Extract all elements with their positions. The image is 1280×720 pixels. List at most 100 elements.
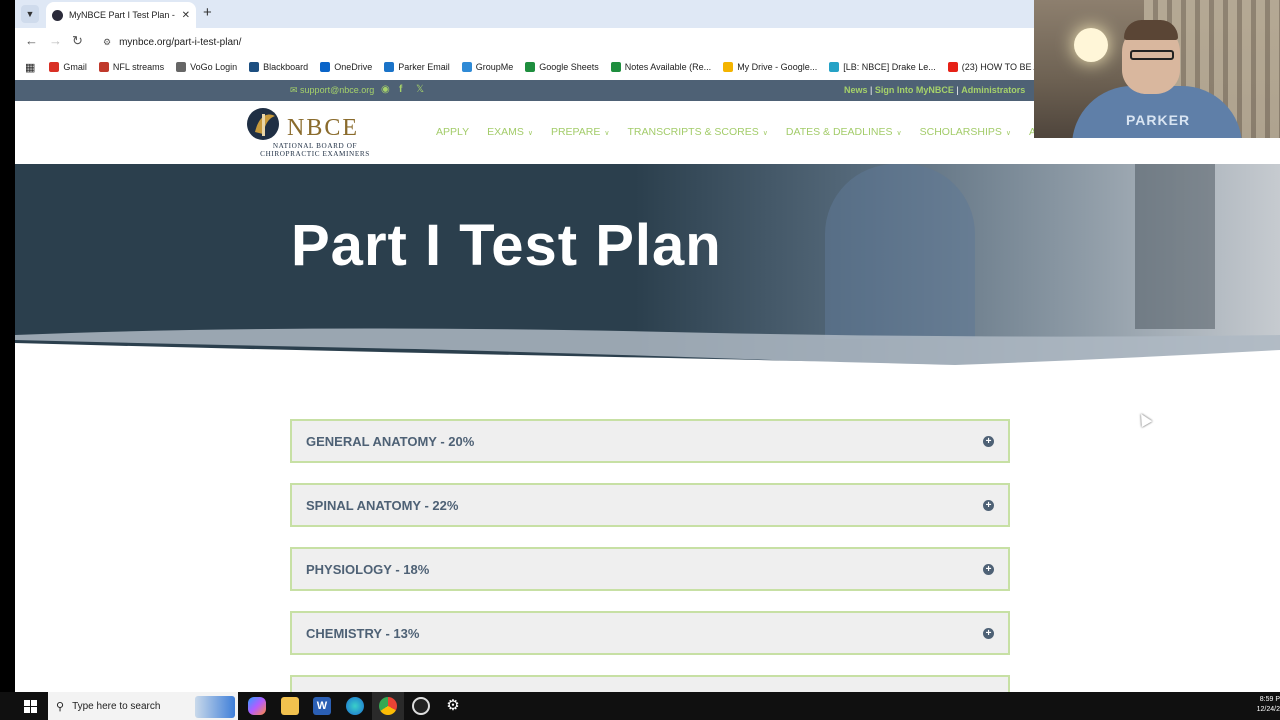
webcam-person-hair (1124, 20, 1178, 40)
apps-grid-icon[interactable]: ▦ (25, 61, 35, 74)
accordion-title: GENERAL ANATOMY - 20% (306, 433, 475, 449)
chevron-down-icon: ∨ (1005, 130, 1012, 137)
accordion-title: SPINAL ANATOMY - 22% (306, 497, 459, 513)
bookmark-item[interactable]: My Drive - Google... (723, 62, 817, 72)
site-info-icon[interactable]: ⚙ (103, 37, 111, 48)
taskbar-search-placeholder: Type here to search (72, 700, 161, 712)
bookmark-favicon-icon (723, 62, 734, 72)
forward-arrow-icon[interactable]: → (49, 33, 62, 48)
nav-item-label: PREPARE (550, 126, 601, 138)
bookmark-favicon-icon (320, 62, 331, 72)
edge-icon[interactable] (346, 697, 364, 715)
nav-item-apply[interactable]: APPLY (436, 126, 469, 138)
test-plan-accordion: GENERAL ANATOMY - 20% + SPINAL ANATOMY - 2… (290, 419, 1010, 692)
bookmark-label: NFL streams (112, 62, 165, 72)
plus-circle-icon[interactable]: + (983, 563, 994, 575)
logo-wordmark: NBCE (287, 115, 360, 141)
accordion-toggle[interactable]: PHYSIOLOGY - 18% + (290, 547, 1010, 591)
new-tab-button[interactable]: + (203, 4, 212, 21)
support-email-link[interactable]: ✉ support@nbce.org (290, 85, 374, 96)
screen-recorder-icon[interactable] (412, 697, 430, 715)
bookmark-label: OneDrive (334, 62, 373, 72)
clock-date: 12/24/2 (1256, 706, 1280, 713)
main-navigation: APPLY EXAMS ∨ PREPARE ∨ TRANSCRIPTS & SCORES ∨… (436, 126, 1092, 138)
file-explorer-icon[interactable] (281, 697, 299, 715)
nav-item-label: DATES & DEADLINES (785, 126, 893, 138)
search-highlight-icon (195, 696, 235, 718)
bookmark-favicon-icon (461, 62, 472, 72)
nbce-logo[interactable]: NBCE NATIONAL BOARD OF CHIROPRACTIC EXAM… (245, 106, 380, 158)
top-right-links: News | Sign Into MyNBCE | Administrators (844, 85, 1026, 95)
bookmark-item[interactable]: Notes Available (Re... (610, 62, 712, 72)
bookmark-label: GroupMe (475, 62, 514, 72)
bookmark-item[interactable]: [LB: NBCE] Drake Le... (829, 62, 936, 72)
webcam-shirt-text: PARKER (1126, 112, 1191, 128)
nav-item-dates-deadlines[interactable]: DATES & DEADLINES ∨ (786, 126, 902, 138)
nav-item-label: TRANSCRIPTS & SCORES (627, 126, 759, 138)
bookmark-favicon-icon (829, 62, 840, 72)
nav-item-label: APPLY (436, 126, 470, 138)
tab-title: MyNBCE Part I Test Plan - Natio (69, 10, 178, 20)
tab-search-button[interactable]: ▼ (21, 5, 39, 23)
nav-item-exams[interactable]: EXAMS ∨ (487, 126, 533, 138)
bookmark-item[interactable]: (23) HOW TO BE A... (947, 62, 1047, 72)
bookmark-label: Notes Available (Re... (624, 62, 712, 72)
sign-in-mynbce-link[interactable]: Sign Into MyNBCE (875, 85, 954, 95)
x-twitter-icon[interactable]: 𝕏 (416, 84, 424, 95)
nav-item-transcripts-scores[interactable]: TRANSCRIPTS & SCORES ∨ (628, 126, 768, 138)
tab-close-icon[interactable]: ✕ (182, 10, 190, 21)
plus-circle-icon[interactable]: + (983, 435, 994, 447)
hero-wave-divider (15, 328, 1280, 370)
news-link[interactable]: News (844, 85, 868, 95)
plus-circle-icon[interactable]: + (983, 627, 994, 639)
bookmark-item[interactable]: VoGo Login (176, 62, 237, 72)
bookmark-item[interactable]: GroupMe (461, 62, 514, 72)
accordion-toggle[interactable]: SPINAL ANATOMY - 22% + (290, 483, 1010, 527)
accordion-toggle[interactable]: GENERAL ANATOMY - 20% + (290, 419, 1010, 463)
bookmark-label: Google Sheets (539, 62, 599, 72)
browser-tab-active[interactable]: MyNBCE Part I Test Plan - Natio ✕ (46, 2, 196, 28)
chrome-icon[interactable] (379, 697, 397, 715)
search-icon: ⚲ (56, 700, 65, 713)
bookmark-favicon-icon (610, 62, 621, 72)
windows-start-icon[interactable] (24, 700, 37, 713)
nav-item-scholarships[interactable]: SCHOLARSHIPS ∨ (920, 126, 1011, 138)
nav-item-label: SCHOLARSHIPS (919, 126, 1002, 138)
bookmark-item[interactable]: NFL streams (98, 62, 165, 72)
chevron-down-icon: ∨ (527, 130, 533, 137)
bookmark-item[interactable]: OneDrive (320, 62, 372, 72)
bookmark-item[interactable]: Gmail (49, 62, 87, 72)
nav-item-prepare[interactable]: PREPARE ∨ (551, 126, 610, 138)
support-email-text: support@nbce.org (300, 85, 375, 95)
word-icon[interactable]: W (313, 697, 331, 715)
bookmark-item[interactable]: Parker Email (384, 62, 450, 72)
plus-circle-icon[interactable]: + (983, 499, 994, 511)
nbce-favicon-icon (52, 9, 63, 21)
web-page: ✉ support@nbce.org ◉ f 𝕏 News | Sign Int… (15, 80, 1280, 692)
bookmark-label: Blackboard (263, 62, 309, 72)
system-clock[interactable]: 8:59 P 12/24/2 (1250, 695, 1280, 715)
bookmark-favicon-icon (249, 62, 260, 72)
copilot-icon[interactable] (248, 697, 266, 715)
instagram-icon[interactable]: ◉ (381, 84, 390, 95)
bookmark-favicon-icon (98, 62, 109, 72)
bookmark-label: Parker Email (398, 62, 450, 72)
logo-emblem-icon (247, 108, 279, 140)
bookmark-label: [LB: NBCE] Drake Le... (843, 62, 936, 72)
accordion-toggle[interactable]: PATHOLOGY - 18%+ (290, 675, 1010, 692)
hero-photo-monitor (1135, 164, 1215, 329)
reload-icon[interactable]: ↻ (72, 33, 83, 49)
hero-photo-person (825, 164, 975, 339)
administrators-link[interactable]: Administrators (961, 85, 1025, 95)
facebook-icon[interactable]: f (399, 84, 402, 95)
bookmark-item[interactable]: Blackboard (249, 62, 308, 72)
bookmark-item[interactable]: Google Sheets (525, 62, 599, 72)
back-arrow-icon[interactable]: ← (25, 33, 38, 48)
bookmark-favicon-icon (49, 62, 60, 72)
chevron-down-icon: ∨ (896, 130, 902, 137)
settings-gear-icon[interactable]: ⚙ (444, 697, 462, 715)
bookmark-label: VoGo Login (190, 62, 238, 72)
bookmark-favicon-icon (384, 62, 395, 72)
bookmark-favicon-icon (176, 62, 187, 72)
accordion-toggle[interactable]: CHEMISTRY - 13% + (290, 611, 1010, 655)
